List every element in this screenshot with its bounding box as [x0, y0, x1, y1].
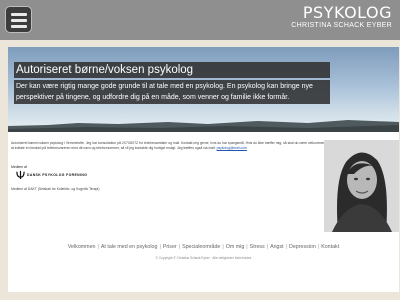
- membership-text: Medlem af DAKT (Selskab for Kollektiv- o…: [11, 187, 100, 191]
- hamburger-menu-icon[interactable]: [5, 6, 32, 33]
- intro-paragraph: Autoriseret børne/voksen psykolog i Vemm…: [11, 141, 329, 151]
- association-logo[interactable]: Medlem af DANSK PSYKOLOG FORENING: [11, 165, 91, 185]
- brand-subtitle: CHRISTINA SCHACK EYBER: [291, 22, 392, 29]
- footer-link-velkommen[interactable]: Velkommen: [67, 244, 97, 250]
- menu-bar: [11, 19, 27, 22]
- hero-title: Autoriseret børne/voksen psykolog: [14, 62, 330, 78]
- footer-link-angst[interactable]: Angst: [269, 244, 285, 250]
- intro-text: Autoriseret børne/voksen psykolog i Vemm…: [11, 141, 329, 150]
- email-link[interactable]: psykolog@mail.com: [217, 146, 247, 150]
- footer-link-stress[interactable]: Stress: [249, 244, 266, 250]
- site-header: PSYKOLOG CHRISTINA SCHACK EYBER: [0, 0, 400, 40]
- hero-text: Der kan være rigtig mange gode grunde ti…: [14, 80, 330, 104]
- copyright-text: © Copyright © Christina Schack Eyber · A…: [155, 256, 252, 260]
- logo-member-label: Medlem af: [11, 165, 27, 169]
- footer-link-depression[interactable]: Depression: [288, 244, 317, 250]
- footer-link-at-tale-med-en-psykolog[interactable]: At tale med en psykolog: [100, 244, 159, 250]
- logo-org-name: DANSK PSYKOLOG FORENING: [27, 173, 88, 177]
- brand-title[interactable]: PSYKOLOG: [303, 3, 392, 22]
- profile-photo: [324, 140, 399, 232]
- menu-bar: [11, 13, 27, 16]
- footer-link-priser[interactable]: Priser: [162, 244, 178, 250]
- hero-landscape: [8, 120, 399, 132]
- footer-link-specialeomraade[interactable]: Specialeområde: [181, 244, 221, 250]
- psychology-symbol-icon: [16, 170, 25, 179]
- hero-banner: Autoriseret børne/voksen psykolog Der ka…: [8, 47, 399, 132]
- menu-bar: [11, 25, 27, 28]
- content-page: Autoriseret børne/voksen psykolog Der ka…: [8, 47, 399, 292]
- footer-navigation: Velkommen | At tale med en psykolog | Priser…: [67, 244, 340, 250]
- footer-link-kontakt[interactable]: Kontakt: [320, 244, 340, 250]
- footer-link-om-mig[interactable]: Om mig: [225, 244, 246, 250]
